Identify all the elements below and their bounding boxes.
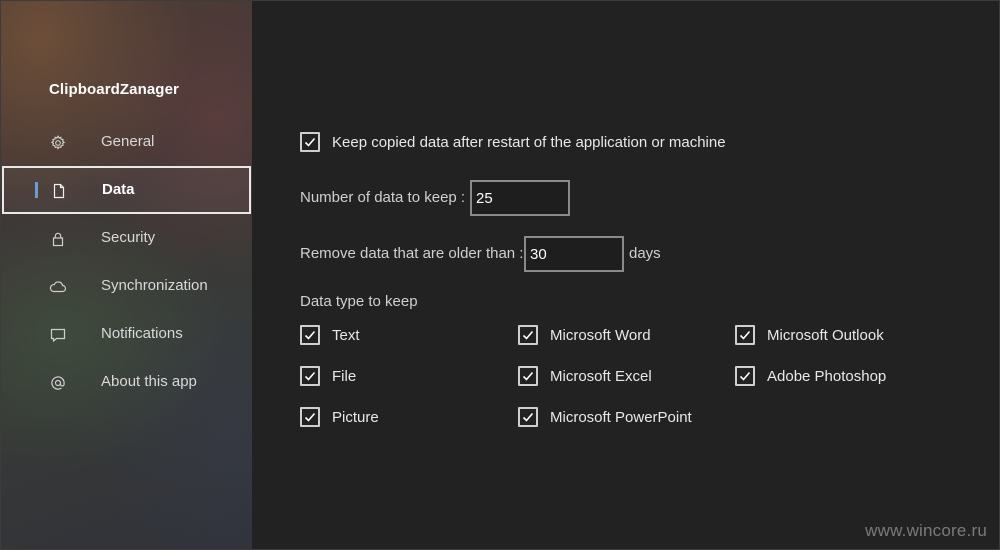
type-file-checkbox[interactable]: File (300, 366, 356, 386)
checkbox-box[interactable] (300, 325, 320, 345)
document-icon (50, 182, 68, 200)
checkbox-label: Text (332, 326, 360, 344)
check-icon (304, 371, 316, 381)
type-photoshop-checkbox[interactable]: Adobe Photoshop (735, 366, 886, 386)
sidebar-item-label: General (101, 133, 155, 150)
check-icon (522, 371, 534, 381)
checkbox-box[interactable] (300, 366, 320, 386)
sidebar-item-notifications[interactable]: Notifications (1, 310, 252, 358)
sidebar-item-label: Data (102, 181, 135, 198)
sidebar-item-label: About this app (101, 373, 197, 390)
checkbox-box[interactable] (518, 407, 538, 427)
days-unit-label: days (629, 245, 661, 262)
check-icon (304, 137, 316, 147)
sidebar-item-label: Notifications (101, 325, 183, 342)
checkbox-box[interactable] (518, 366, 538, 386)
sidebar-item-security[interactable]: Security (1, 214, 252, 262)
checkbox-box[interactable] (735, 325, 755, 345)
type-picture-checkbox[interactable]: Picture (300, 407, 379, 427)
data-settings-panel: Keep copied data after restart of the ap… (252, 1, 999, 549)
sidebar-item-label: Synchronization (101, 277, 208, 294)
check-icon (739, 371, 751, 381)
checkbox-label: Microsoft Excel (550, 367, 652, 385)
checkbox-label: Microsoft Outlook (767, 326, 884, 344)
sidebar-item-synchronization[interactable]: Synchronization (1, 262, 252, 310)
type-word-checkbox[interactable]: Microsoft Word (518, 325, 651, 345)
checkbox-label: Keep copied data after restart of the ap… (332, 133, 726, 151)
sidebar-nav: General Data Security Synchronization No… (1, 118, 252, 406)
check-icon (522, 330, 534, 340)
sidebar-item-general[interactable]: General (1, 118, 252, 166)
sidebar-item-data[interactable]: Data (2, 166, 251, 214)
number-to-keep-input[interactable] (470, 180, 570, 216)
check-icon (522, 412, 534, 422)
gear-icon (49, 134, 67, 152)
selection-indicator (35, 182, 38, 198)
type-outlook-checkbox[interactable]: Microsoft Outlook (735, 325, 884, 345)
type-powerpoint-checkbox[interactable]: Microsoft PowerPoint (518, 407, 692, 427)
lock-icon (49, 230, 67, 248)
checkbox-box[interactable] (518, 325, 538, 345)
check-icon (304, 330, 316, 340)
data-type-heading: Data type to keep (300, 293, 418, 310)
checkbox-label: Adobe Photoshop (767, 367, 887, 385)
sidebar-item-about[interactable]: About this app (1, 358, 252, 406)
watermark: www.wincore.ru (865, 521, 987, 540)
checkbox-label: Microsoft PowerPoint (550, 408, 692, 426)
check-icon (304, 412, 316, 422)
checkbox-box[interactable] (300, 407, 320, 427)
app-title: ClipboardZanager (49, 81, 179, 98)
check-icon (739, 330, 751, 340)
checkbox-label: File (332, 367, 357, 385)
remove-older-input[interactable] (524, 236, 624, 272)
app-window: ClipboardZanager General Data Security S… (0, 0, 1000, 550)
cloud-icon (49, 278, 67, 296)
checkbox-box[interactable] (735, 366, 755, 386)
checkbox-label: Microsoft Word (550, 326, 651, 344)
at-icon (49, 374, 67, 392)
type-text-checkbox[interactable]: Text (300, 325, 360, 345)
remove-older-label: Remove data that are older than : (300, 245, 524, 262)
checkbox-box[interactable] (300, 132, 320, 152)
sidebar-item-label: Security (101, 229, 156, 246)
keep-after-restart-checkbox[interactable]: Keep copied data after restart of the ap… (300, 132, 726, 152)
type-excel-checkbox[interactable]: Microsoft Excel (518, 366, 652, 386)
sidebar: ClipboardZanager General Data Security S… (1, 1, 252, 549)
number-to-keep-label: Number of data to keep : (300, 189, 466, 206)
checkbox-label: Picture (332, 408, 379, 426)
message-icon (49, 326, 67, 344)
